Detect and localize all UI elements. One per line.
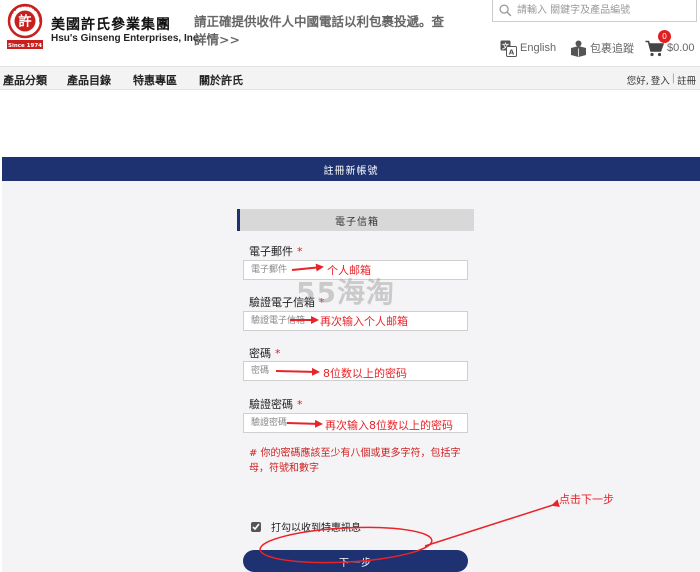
annotation-password: 8位数以上的密码 <box>323 367 407 380</box>
register-title-bar: 註冊新帳號 <box>2 157 700 181</box>
next-step-button[interactable]: 下一步 <box>243 550 468 572</box>
cart-total: $0.00 <box>667 42 695 54</box>
logo-since: Since 1974 <box>8 43 42 49</box>
required-mark: * <box>297 245 303 258</box>
login-link[interactable]: 登入 <box>651 73 670 87</box>
search-input[interactable] <box>517 2 693 19</box>
nav-item-product-categories[interactable]: 產品分類 <box>3 72 47 88</box>
annotation-click-next: 点击下一步 <box>559 493 614 506</box>
package-tracking-icon <box>571 40 586 57</box>
register-link[interactable]: 註冊 <box>677 73 696 87</box>
promo-checkbox-label: 打勾以收到特惠訊息 <box>271 523 361 534</box>
promo-opt-in[interactable]: 打勾以收到特惠訊息 <box>251 519 361 534</box>
search-box <box>492 0 697 22</box>
user-links: 您好, 登入 | 註冊 <box>627 73 696 87</box>
required-mark: * <box>275 347 281 360</box>
language-switch[interactable]: 文 A English <box>500 38 556 58</box>
company-logo[interactable]: 許 HSU'S · ROOT TO HEALTH Since 1974 <box>5 3 45 51</box>
promo-checkbox[interactable] <box>251 521 261 532</box>
password-label: 密碼 * <box>249 347 281 360</box>
logo-character: 許 <box>18 14 31 30</box>
email-label: 電子郵件 * <box>249 245 303 258</box>
annotation-email: 个人邮箱 <box>327 264 371 277</box>
language-label: English <box>520 42 557 54</box>
annotation-verify-password: 再次输入8位数以上的密码 <box>325 419 453 432</box>
brand-name-english: Hsu's Ginseng Enterprises, Inc. <box>51 33 202 44</box>
verify-password-label: 驗證密碼 * <box>249 398 303 411</box>
site-header: 許 HSU'S · ROOT TO HEALTH Since 1974 美國許氏… <box>0 0 700 66</box>
user-greeting: 您好, <box>626 76 649 87</box>
nav-item-about-hsus[interactable]: 關於許氏 <box>199 72 243 88</box>
user-links-separator: | <box>671 73 675 84</box>
translate-icon: 文 A <box>500 40 517 57</box>
nav-item-special-offers[interactable]: 特惠專區 <box>133 72 177 88</box>
nav-item-product-catalog[interactable]: 產品目錄 <box>67 72 111 88</box>
password-requirement-hint: # 你的密碼應該至少有八個或更多字符，包括字母，符號和數字 <box>249 448 461 474</box>
brand-name-chinese: 美國許氏參業集團 <box>51 17 171 33</box>
shopping-cart-button[interactable]: 0 $0.00 <box>645 30 695 58</box>
package-tracking-label: 包裹追蹤 <box>590 43 634 55</box>
required-mark: * <box>297 398 303 411</box>
shipping-notice-link[interactable]: 請正確提供收件人中國電話以利包裹投遞。查詳情>> <box>194 13 444 49</box>
search-icon[interactable] <box>499 4 512 17</box>
svg-text:A: A <box>509 48 515 56</box>
main-navigation: 產品分類 產品目錄 特惠專區 關於許氏 您好, 登入 | 註冊 <box>0 66 700 90</box>
email-section-header: 電子信箱 <box>237 209 474 231</box>
annotation-verify-email: 再次输入个人邮箱 <box>320 315 408 328</box>
package-tracking-link[interactable]: 包裹追蹤 <box>570 38 634 58</box>
cart-count-badge: 0 <box>658 30 671 43</box>
